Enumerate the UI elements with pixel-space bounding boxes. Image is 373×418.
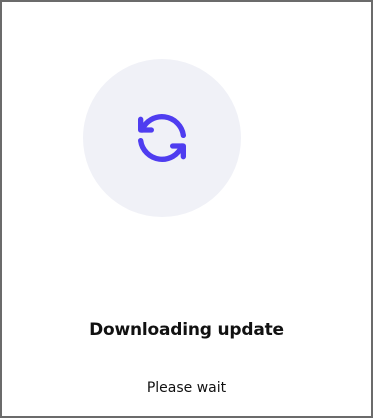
refresh-icon <box>138 114 186 162</box>
dialog-subtitle: Please wait <box>146 380 227 396</box>
icon-badge <box>83 59 241 217</box>
update-dialog: Downloading update Please wait <box>0 0 373 418</box>
dialog-title: Downloading update <box>89 320 284 340</box>
